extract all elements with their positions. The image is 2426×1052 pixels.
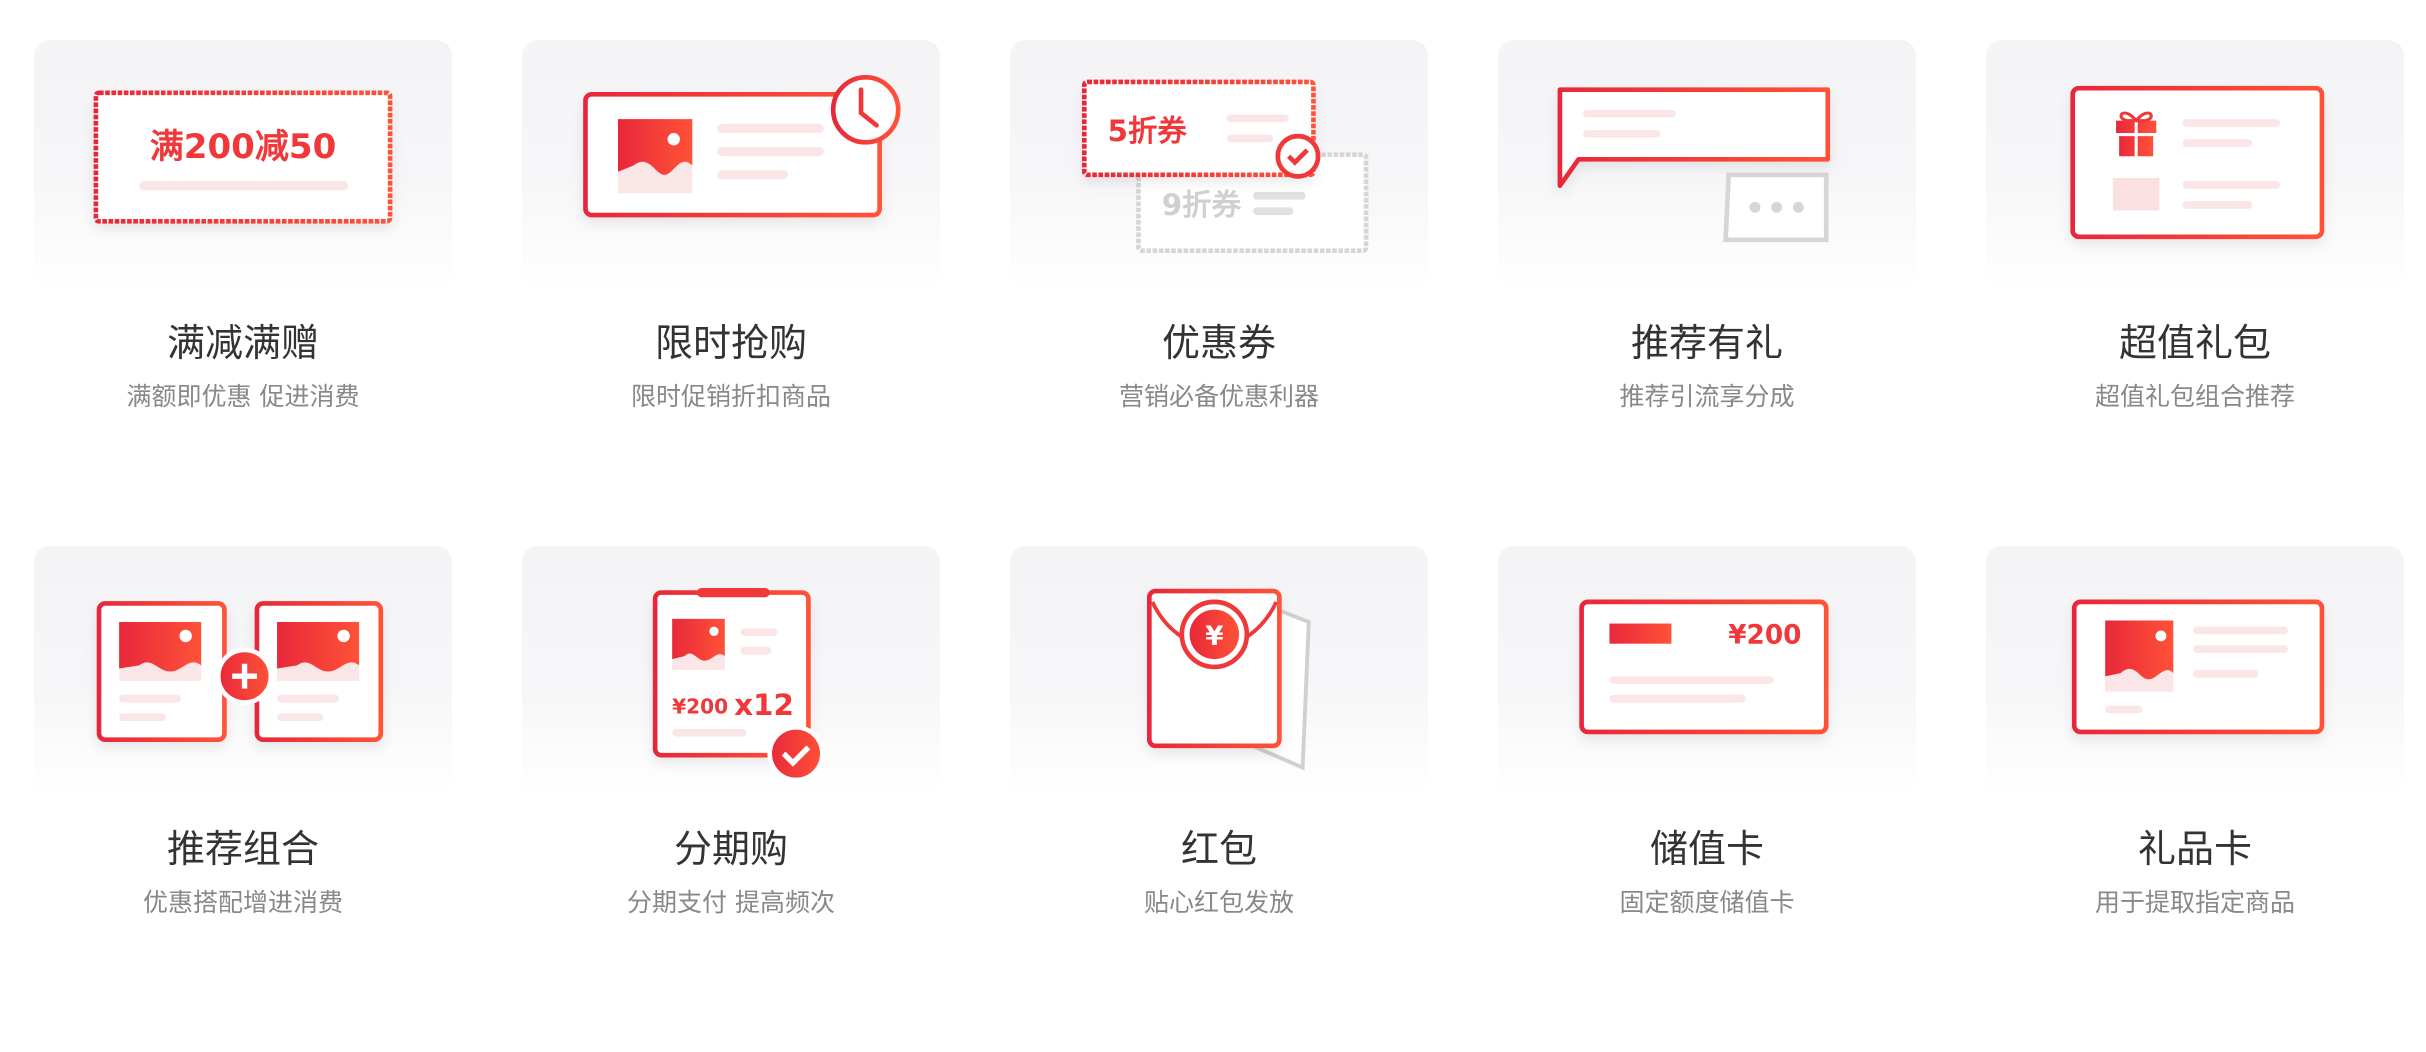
tool-subtitle: 推荐引流享分成	[1619, 382, 1795, 411]
coupon-icon: 9折券 5折券	[1081, 79, 1369, 254]
tool-red-envelope[interactable]: ¥ 红包 贴心红包发放	[1010, 546, 1428, 1052]
tool-flash-sale[interactable]: 限时抢购 限时促销折扣商品	[522, 40, 940, 546]
tool-subtitle: 营销必备优惠利器	[1118, 382, 1319, 411]
flash-sale-clock-icon	[583, 74, 901, 218]
tool-subtitle: 固定额度储值卡	[1619, 888, 1795, 917]
tool-card: ¥	[1010, 546, 1428, 796]
tool-card	[1498, 40, 1916, 290]
full-reduction-coupon-icon: 满200减50	[93, 90, 393, 224]
installments-text: x12	[734, 688, 794, 722]
tool-gift-card[interactable]: 礼品卡 用于提取指定商品	[1986, 546, 2404, 1052]
tool-card: 9折券 5折券	[1010, 40, 1428, 290]
tool-card	[1986, 546, 2404, 796]
gift-card-icon	[2071, 599, 2325, 735]
tool-title: 红包	[1180, 827, 1257, 871]
tool-title: 优惠券	[1161, 321, 1276, 365]
tool-title: 超值礼包	[2118, 321, 2271, 365]
tool-subtitle: 满额即优惠 促进消费	[126, 382, 360, 411]
tool-card	[34, 546, 452, 796]
tool-title: 限时抢购	[654, 321, 807, 365]
back-coupon-text: 9折券	[1162, 188, 1242, 222]
tool-card	[522, 40, 940, 290]
tool-subtitle: 用于提取指定商品	[2094, 888, 2295, 917]
tool-bundle[interactable]: 推荐组合 优惠搭配增进消费	[34, 546, 452, 1052]
tool-subtitle: 贴心红包发放	[1143, 888, 1294, 917]
installment-icon: ¥200 x12	[652, 587, 825, 783]
gift-pack-icon	[2070, 85, 2325, 240]
tool-subtitle: 限时促销折扣商品	[630, 382, 831, 411]
yuan-symbol: ¥	[1205, 622, 1223, 652]
tool-full-reduction[interactable]: 满200减50 满减满赠 满额即优惠 促进消费	[34, 40, 452, 546]
front-coupon-text: 5折券	[1108, 114, 1188, 148]
tool-subtitle: 分期支付 提高频次	[627, 888, 835, 917]
tool-title: 礼品卡	[2137, 827, 2252, 871]
tool-card: ¥200 x12	[522, 546, 940, 796]
chat-bubble-icon	[1557, 87, 1831, 243]
tool-title: 推荐有礼	[1630, 321, 1783, 365]
tool-card: 满200减50	[34, 40, 452, 290]
card-amount-text: ¥200	[1728, 621, 1801, 651]
tool-installment[interactable]: ¥200 x12 分期购 分期支付 提高频次	[522, 546, 940, 1052]
tool-subtitle: 优惠搭配增进消费	[142, 888, 343, 917]
tool-stored-value-card[interactable]: ¥200 储值卡 固定额度储值卡	[1498, 546, 1916, 1052]
tool-card	[1986, 40, 2404, 290]
tool-referral[interactable]: 推荐有礼 推荐引流享分成	[1498, 40, 1916, 546]
tool-title: 储值卡	[1649, 827, 1764, 871]
tool-gift-pack[interactable]: 超值礼包 超值礼包组合推荐	[1986, 40, 2404, 546]
stored-value-card-icon: ¥200	[1579, 599, 1829, 735]
tool-card: ¥200	[1498, 546, 1916, 796]
tool-coupon[interactable]: 9折券 5折券 优惠券 营销必备优惠利器	[1010, 40, 1428, 546]
red-envelope-icon: ¥	[1147, 588, 1311, 771]
tool-subtitle: 超值礼包组合推荐	[2094, 382, 2295, 411]
tool-title: 推荐组合	[166, 827, 319, 871]
marketing-tools-grid: 满200减50 满减满赠 满额即优惠 促进消费 限时抢购 限时促销折扣商品 9折…	[34, 40, 2404, 1052]
price-text: ¥200	[672, 694, 728, 718]
coupon-text: 满200减50	[150, 127, 337, 167]
tool-title: 分期购	[673, 827, 788, 871]
bundle-plus-icon	[96, 601, 384, 742]
tool-title: 满减满赠	[166, 321, 319, 365]
